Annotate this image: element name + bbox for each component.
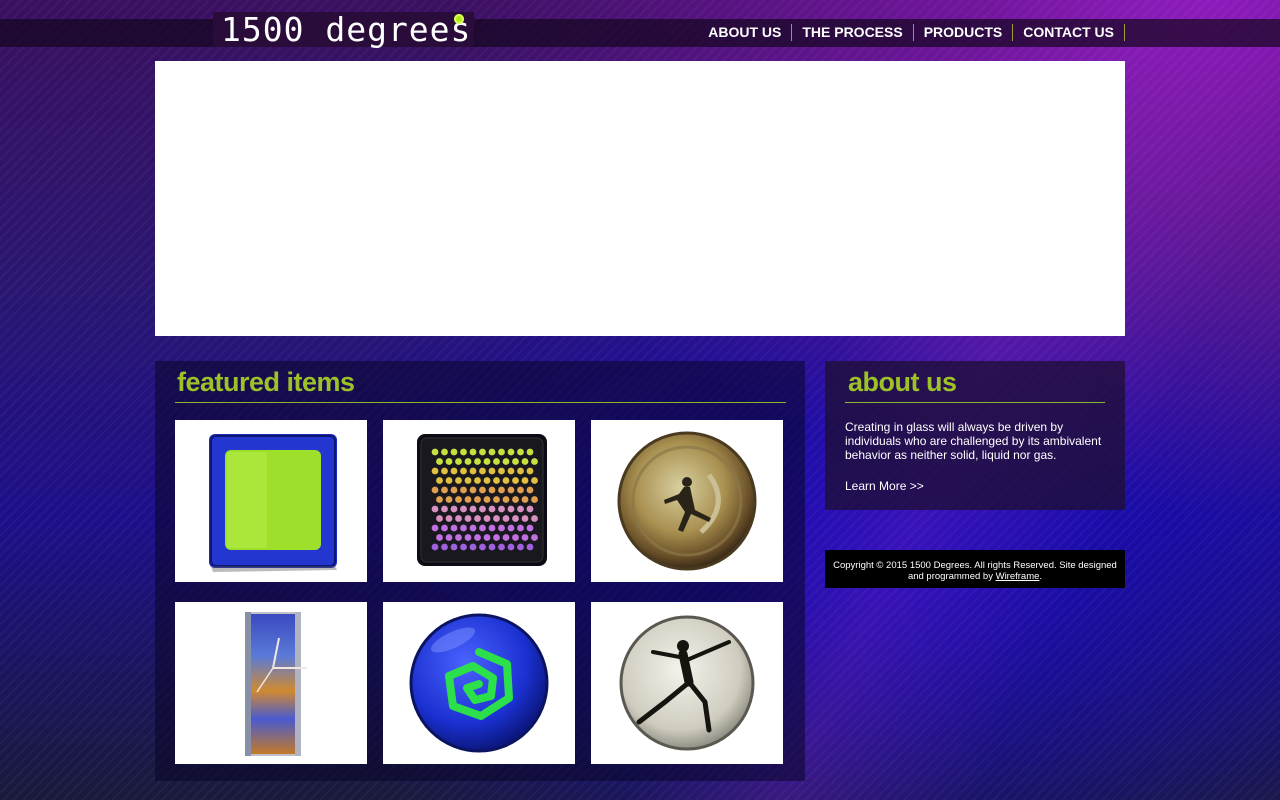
featured-item[interactable] xyxy=(175,602,367,764)
main-nav: ABOUT US THE PROCESS PRODUCTS CONTACT US xyxy=(698,24,1125,41)
featured-item[interactable] xyxy=(383,602,575,764)
featured-items-panel: featured items xyxy=(155,361,805,781)
learn-more-link[interactable]: Learn More >> xyxy=(845,479,924,493)
glass-round-silver-dancer-icon xyxy=(619,615,755,751)
copyright-text: Copyright © 2015 1500 Degrees. All right… xyxy=(833,560,1117,582)
nav-contact-us[interactable]: CONTACT US xyxy=(1013,24,1125,41)
copyright-footer: Copyright © 2015 1500 Degrees. All right… xyxy=(825,550,1125,588)
nav-the-process[interactable]: THE PROCESS xyxy=(792,24,914,41)
logo-dot-icon xyxy=(454,14,464,24)
glass-square-dish-blue-green-icon xyxy=(209,434,337,572)
nav-about-us[interactable]: ABOUT US xyxy=(698,24,793,41)
nav-products[interactable]: PRODUCTS xyxy=(914,24,1014,41)
featured-item[interactable] xyxy=(383,420,575,582)
glass-clock-rectangle-icon xyxy=(245,612,307,756)
about-us-panel: about us Creating in glass will always b… xyxy=(825,361,1125,510)
featured-item[interactable] xyxy=(591,602,783,764)
featured-title: featured items xyxy=(177,367,355,397)
wireframe-link[interactable]: Wireframe xyxy=(996,571,1040,582)
hero-banner xyxy=(155,61,1125,336)
glass-dot-pattern-dish-icon xyxy=(417,434,547,566)
featured-item[interactable] xyxy=(591,420,783,582)
about-divider xyxy=(845,402,1105,403)
logo[interactable]: 1500 degrees xyxy=(213,10,474,49)
glass-round-blue-spiral-icon xyxy=(409,613,549,753)
about-title: about us xyxy=(848,367,957,397)
logo-text: 1500 degrees xyxy=(221,10,472,49)
about-description: Creating in glass will always be driven … xyxy=(845,420,1102,462)
featured-item[interactable] xyxy=(175,420,367,582)
glass-round-gold-figure-icon xyxy=(617,431,757,571)
featured-divider xyxy=(175,402,786,403)
copyright-suffix: . xyxy=(1039,571,1043,582)
